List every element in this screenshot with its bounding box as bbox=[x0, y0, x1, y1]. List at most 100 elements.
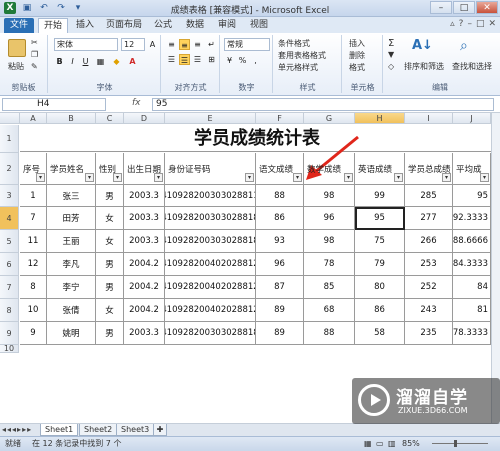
filter-dropdown-icon[interactable]: ▾ bbox=[480, 173, 489, 182]
cell-name[interactable]: 李凡 bbox=[47, 253, 96, 276]
tab-formulas[interactable]: 公式 bbox=[150, 18, 176, 33]
cell-seq[interactable]: 10 bbox=[20, 299, 47, 322]
col-header-h[interactable]: H bbox=[355, 113, 405, 124]
cell-total[interactable]: 266 bbox=[405, 230, 453, 253]
cell-total[interactable]: 243 bbox=[405, 299, 453, 322]
cell-gender[interactable]: 女 bbox=[96, 207, 124, 230]
view-pagebreak-icon[interactable]: ▥ bbox=[388, 437, 396, 451]
filter-dropdown-icon[interactable]: ▾ bbox=[113, 173, 122, 182]
percent-icon[interactable]: % bbox=[237, 55, 248, 66]
cell-total[interactable]: 235 bbox=[405, 322, 453, 345]
header-english[interactable]: 英语成绩 ▾ bbox=[355, 153, 405, 185]
insert-sheet-icon[interactable]: ✚ bbox=[153, 424, 167, 436]
cell-id[interactable]: 410928200303028818 bbox=[165, 322, 256, 345]
tab-data[interactable]: 数据 bbox=[182, 18, 208, 33]
cell-birth[interactable]: 2003.3 bbox=[124, 322, 165, 345]
insert-cells-button[interactable]: 插入 bbox=[349, 38, 365, 49]
row-header-3[interactable]: 3 bbox=[0, 185, 19, 207]
cell-name[interactable]: 张三 bbox=[47, 185, 96, 207]
cell-seq[interactable]: 7 bbox=[20, 207, 47, 230]
header-name[interactable]: 学员姓名 ▾ bbox=[47, 153, 96, 185]
tab-page-layout[interactable]: 页面布局 bbox=[104, 18, 144, 33]
cell-id[interactable]: 410928200303028818 bbox=[165, 207, 256, 230]
align-right-icon[interactable]: ☰ bbox=[192, 54, 203, 65]
cell-seq[interactable]: 1 bbox=[20, 185, 47, 207]
cell-gender[interactable]: 男 bbox=[96, 253, 124, 276]
paste-icon[interactable] bbox=[8, 39, 26, 57]
tab-review[interactable]: 审阅 bbox=[214, 18, 240, 33]
col-header-a[interactable]: A bbox=[20, 113, 47, 124]
comma-icon[interactable]: , bbox=[250, 55, 261, 66]
row-header-2[interactable]: 2 bbox=[0, 153, 19, 185]
filter-dropdown-icon[interactable]: ▾ bbox=[245, 173, 254, 182]
cell-chinese[interactable]: 86 bbox=[256, 207, 304, 230]
tab-view[interactable]: 视图 bbox=[246, 18, 272, 33]
autosum-icon[interactable]: Σ bbox=[388, 38, 394, 49]
delete-cells-button[interactable]: 删除 bbox=[349, 50, 365, 61]
header-total[interactable]: 学员总成绩 ▾ bbox=[405, 153, 453, 185]
zoom-slider[interactable] bbox=[424, 437, 494, 451]
cell-id[interactable]: 410928200402028812 bbox=[165, 299, 256, 322]
cell-chinese[interactable]: 89 bbox=[256, 322, 304, 345]
sheet-tab-3[interactable]: Sheet3 bbox=[116, 424, 155, 436]
underline-button[interactable]: U bbox=[80, 56, 91, 67]
copy-icon[interactable]: ❐ bbox=[31, 50, 38, 59]
cell-math[interactable]: 85 bbox=[304, 276, 355, 299]
cell-math[interactable]: 96 bbox=[304, 207, 355, 230]
cell-id[interactable]: 410928200402028812 bbox=[165, 276, 256, 299]
minimize-ribbon-icon[interactable]: ▵ bbox=[450, 19, 455, 29]
currency-icon[interactable]: ¥ bbox=[224, 55, 235, 66]
help-icon[interactable]: ? bbox=[459, 19, 464, 29]
col-header-j[interactable]: J bbox=[453, 113, 491, 124]
insert-function-icon[interactable]: fx bbox=[132, 98, 141, 108]
cell-english[interactable]: 75 bbox=[355, 230, 405, 253]
cut-icon[interactable]: ✂ bbox=[31, 38, 38, 47]
row-header-4[interactable]: 4 bbox=[0, 207, 19, 230]
cell-id[interactable]: 410928200303028811 bbox=[165, 185, 256, 207]
row-header-6[interactable]: 6 bbox=[0, 253, 19, 276]
cell-math[interactable]: 78 bbox=[304, 253, 355, 276]
cell-average[interactable]: 81 bbox=[453, 299, 491, 322]
tab-file[interactable]: 文件 bbox=[4, 18, 34, 33]
cell-chinese[interactable]: 88 bbox=[256, 185, 304, 207]
cell-seq[interactable]: 12 bbox=[20, 253, 47, 276]
cell-chinese[interactable]: 87 bbox=[256, 276, 304, 299]
align-left-icon[interactable]: ☰ bbox=[166, 54, 177, 65]
font-color-icon[interactable]: A bbox=[127, 56, 138, 67]
cell-birth[interactable]: 2004.2 bbox=[124, 253, 165, 276]
cell-total[interactable]: 277 bbox=[405, 207, 453, 230]
cell-seq[interactable]: 8 bbox=[20, 276, 47, 299]
border-icon[interactable]: ▦ bbox=[95, 56, 106, 67]
vertical-scrollbar[interactable] bbox=[491, 113, 500, 423]
cell-birth[interactable]: 2003.3 bbox=[124, 185, 165, 207]
col-header-d[interactable]: D bbox=[124, 113, 165, 124]
minimize-button[interactable]: – bbox=[430, 1, 452, 14]
cell-name[interactable]: 田芳 bbox=[47, 207, 96, 230]
sort-filter-icon[interactable]: A↓ bbox=[412, 38, 433, 56]
find-select-icon[interactable]: ⌕ bbox=[460, 38, 478, 56]
sheet-title-cell[interactable]: 学员成绩统计表 bbox=[20, 125, 494, 152]
cell-average[interactable]: 84 bbox=[453, 276, 491, 299]
header-math[interactable]: 数学成绩 ▾ bbox=[304, 153, 355, 185]
row-header-11[interactable]: 10 bbox=[0, 344, 19, 353]
col-header-f[interactable]: F bbox=[256, 113, 304, 124]
cell-total[interactable]: 285 bbox=[405, 185, 453, 207]
align-center-icon[interactable]: ☰ bbox=[179, 54, 190, 65]
filter-dropdown-icon[interactable]: ▾ bbox=[293, 173, 302, 182]
cell-chinese[interactable]: 96 bbox=[256, 253, 304, 276]
font-size-select[interactable]: 12 bbox=[121, 38, 145, 51]
cell-average[interactable]: 92.3333 bbox=[453, 207, 491, 230]
cell-math[interactable]: 88 bbox=[304, 322, 355, 345]
number-format-select[interactable]: 常规 bbox=[224, 38, 270, 51]
font-name-select[interactable]: 宋体 bbox=[54, 38, 118, 51]
header-gender[interactable]: 性别 ▾ bbox=[96, 153, 124, 185]
filter-dropdown-icon[interactable]: ▾ bbox=[442, 173, 451, 182]
tab-insert[interactable]: 插入 bbox=[72, 18, 98, 33]
sort-filter-button[interactable]: 排序和筛选 bbox=[404, 61, 444, 72]
header-id[interactable]: 身份证号码 ▾ bbox=[165, 153, 256, 185]
table-format-button[interactable]: 套用表格格式 bbox=[278, 50, 326, 61]
cell-gender[interactable]: 男 bbox=[96, 185, 124, 207]
cell-english[interactable]: 99 bbox=[355, 185, 405, 207]
align-bottom-icon[interactable]: ≡ bbox=[192, 39, 203, 50]
row-header-5[interactable]: 5 bbox=[0, 230, 19, 253]
